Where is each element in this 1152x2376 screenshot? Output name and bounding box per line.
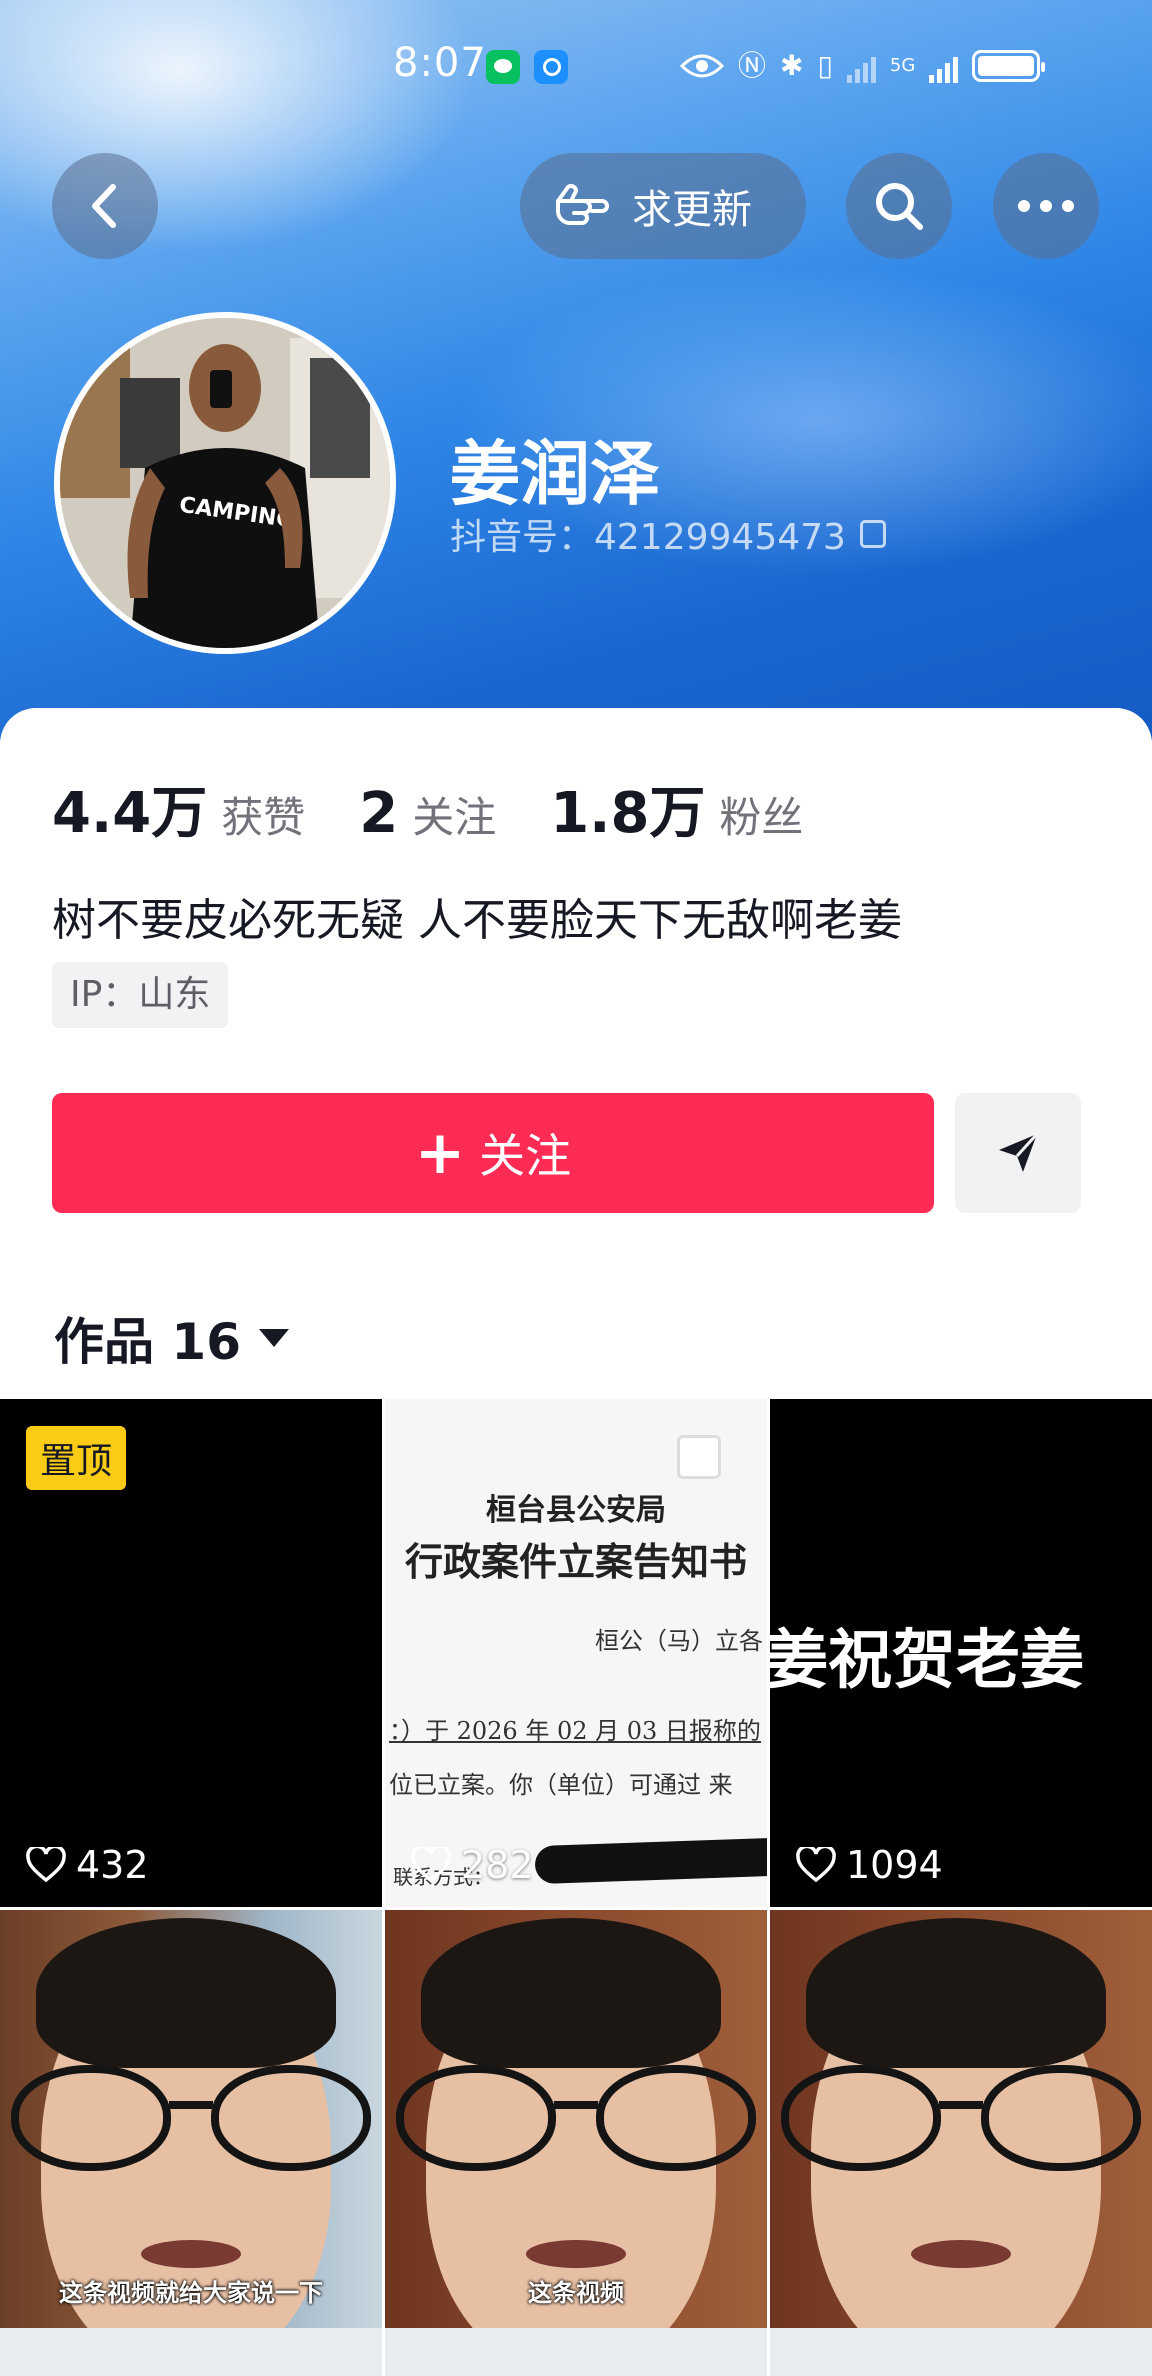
request-update-label: 求更新 xyxy=(632,187,752,233)
video-thumbnail[interactable]: 这条视频 281 xyxy=(385,1910,767,2376)
followers-count[interactable]: 1.8万 xyxy=(550,768,705,849)
bio: 树不要皮必死无疑 人不要脸天下无敌啊老姜 xyxy=(52,895,902,946)
douyin-id[interactable]: 抖音号：42129945473 xyxy=(450,508,886,560)
doc-title: 行政案件立案告知书 xyxy=(404,1539,747,1584)
doc-number: 桓公（马）立各 xyxy=(595,1627,763,1655)
glasses-shape xyxy=(11,2065,371,2175)
select-checkbox[interactable] xyxy=(677,1435,721,1479)
doc-organization: 桓台县公安局 xyxy=(486,1493,666,1528)
chevron-left-icon xyxy=(92,184,116,228)
follow-label: 关注 xyxy=(479,1129,572,1183)
more-dots-icon xyxy=(1018,200,1074,212)
request-update-button[interactable]: 求更新 xyxy=(520,153,806,259)
video-overlay-text: 姜祝贺老姜 xyxy=(770,1624,1084,1698)
profile-header-background: 8:07 Ⓝ ✱ ▯ 5G 求更新 CAMPING. 姜润泽 抖音号：42129… xyxy=(0,0,1152,740)
shirt-shape xyxy=(770,2328,1152,2376)
redaction-mark xyxy=(534,1837,767,1885)
doc-line: ：）于 2026 年 02 月 03 日报称的 xyxy=(389,1717,761,1745)
mouth-shape xyxy=(526,2240,626,2268)
likes-label: 获赞 xyxy=(221,793,306,842)
heart-outline-icon xyxy=(796,1847,836,1883)
video-thumbnail[interactable]: 99 xyxy=(770,1910,1152,2376)
caret-down-icon xyxy=(259,1329,289,1347)
copy-icon[interactable] xyxy=(859,520,886,548)
followers-label[interactable]: 粉丝 xyxy=(719,784,803,845)
nickname: 姜润泽 xyxy=(450,433,660,515)
works-title: 作品 16 xyxy=(54,1313,241,1371)
video-likes: 432 xyxy=(26,1843,149,1887)
video-thumbnail[interactable]: 这条视频就给大家说一下 1181 xyxy=(0,1910,382,2376)
glasses-shape xyxy=(396,2065,756,2175)
bluetooth-icon: ✱ xyxy=(780,49,804,82)
video-likes-count: 1094 xyxy=(846,1843,943,1887)
hair-shape xyxy=(421,1918,721,2068)
nfc-icon: Ⓝ xyxy=(738,49,767,82)
battery-icon xyxy=(972,50,1046,82)
search-icon xyxy=(876,183,923,230)
pointing-hand-icon xyxy=(556,184,609,225)
doc-line: 位已立案。你（单位）可通过 来 xyxy=(389,1771,733,1799)
video-likes-count: 282 xyxy=(461,1843,534,1887)
more-button[interactable] xyxy=(993,153,1099,259)
signal-icon-secondary xyxy=(929,49,959,83)
back-button[interactable] xyxy=(52,153,158,259)
glasses-shape xyxy=(781,2065,1141,2175)
heart-outline-icon xyxy=(411,1847,451,1883)
video-subtitle: 这条视频就给大家说一下 xyxy=(59,2279,323,2307)
heart-outline-icon xyxy=(26,1847,66,1883)
douyin-id-text: 抖音号：42129945473 xyxy=(450,517,846,558)
status-time: 8:07 xyxy=(393,40,487,86)
video-likes: 282 xyxy=(411,1843,534,1887)
following-label[interactable]: 关注 xyxy=(412,784,496,845)
video-thumbnail[interactable]: 姜祝贺老姜 1094 xyxy=(770,1399,1152,1907)
pinned-badge: 置顶 xyxy=(26,1426,127,1490)
shirt-shape xyxy=(385,2328,767,2376)
hair-shape xyxy=(36,1918,336,2068)
video-likes: 1094 xyxy=(796,1843,943,1887)
search-button[interactable] xyxy=(846,153,952,259)
vibrate-icon: ▯ xyxy=(817,49,833,82)
mouth-shape xyxy=(141,2240,241,2268)
video-subtitle: 这条视频 xyxy=(528,2279,624,2307)
ip-location-tag: IP：山东 xyxy=(52,962,229,1028)
shirt-shape xyxy=(0,2328,382,2376)
wechat-notification-icon xyxy=(486,50,520,84)
avatar-photo: CAMPING. xyxy=(60,318,390,648)
browser-notification-icon xyxy=(534,50,568,84)
send-message-button[interactable] xyxy=(955,1093,1081,1213)
video-thumbnail[interactable]: 置顶 432 xyxy=(0,1399,382,1907)
video-thumbnail[interactable]: 桓台县公安局 行政案件立案告知书 桓公（马）立各 ：）于 2026 年 02 月… xyxy=(385,1399,767,1907)
follow-button[interactable]: + 关注 xyxy=(52,1093,934,1213)
profile-stats: 4.4万 获赞 2 关注 1.8万 粉丝 xyxy=(52,768,857,849)
following-count[interactable]: 2 xyxy=(359,781,398,846)
profile-info-panel: 4.4万 获赞 2 关注 1.8万 粉丝 树不要皮必死无疑 人不要脸天下无敌啊老… xyxy=(0,708,1152,1398)
status-bar: 8:07 Ⓝ ✱ ▯ 5G xyxy=(0,0,1152,135)
signal-icon xyxy=(846,49,876,83)
avatar[interactable]: CAMPING. xyxy=(54,312,396,654)
status-icons: Ⓝ ✱ ▯ 5G xyxy=(680,44,1046,88)
works-tab[interactable]: 作品 16 xyxy=(54,1302,289,1374)
likes-count: 4.4万 xyxy=(52,781,208,846)
network-type: 5G xyxy=(889,55,916,76)
mouth-shape xyxy=(911,2240,1011,2268)
plus-icon: + xyxy=(414,1118,466,1188)
video-likes-count: 432 xyxy=(76,1843,149,1887)
hair-shape xyxy=(806,1918,1106,2068)
send-icon xyxy=(999,1132,1039,1172)
eye-icon xyxy=(680,54,724,78)
